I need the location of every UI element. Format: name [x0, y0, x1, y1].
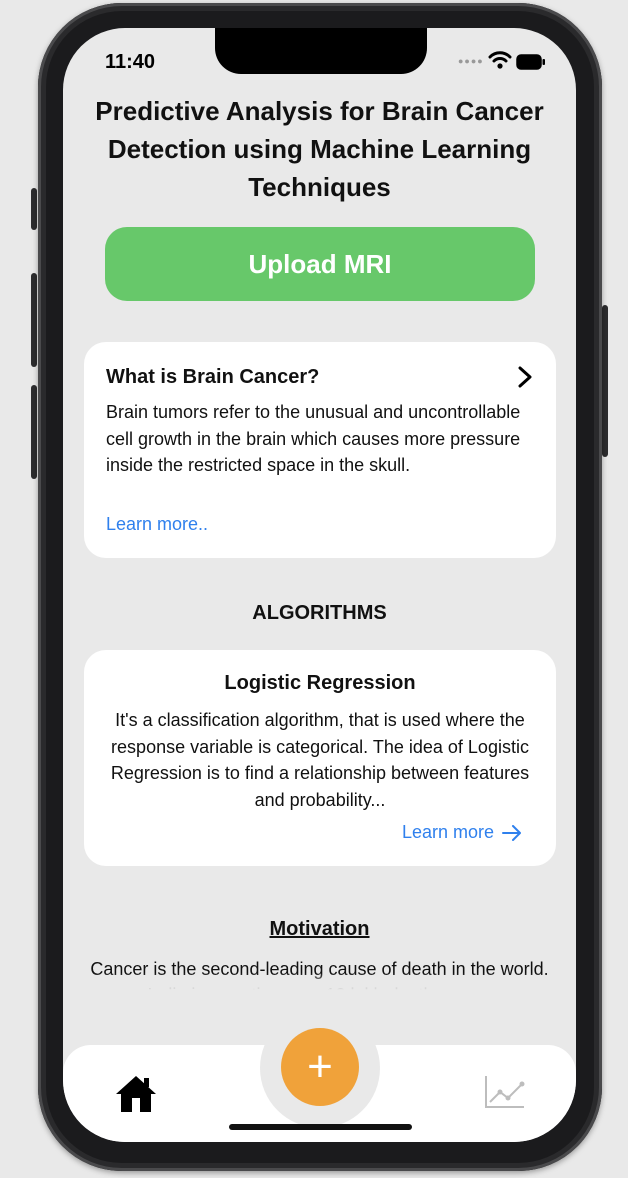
motivation-heading: Motivation [269, 918, 370, 940]
scroll-fade [63, 973, 576, 997]
volume-down-button [31, 385, 37, 479]
home-icon[interactable] [113, 1073, 159, 1115]
algorithm-learn-more-label: Learn more [402, 822, 495, 842]
battery-icon [516, 54, 545, 70]
arrow-right-icon [502, 824, 522, 841]
home-indicator[interactable] [229, 1124, 412, 1130]
status-icons: ●●●● [458, 50, 558, 74]
app-screen: 11:40 ●●●● Predictive Analysis for Brain… [63, 28, 576, 1142]
chart-icon[interactable] [484, 1074, 526, 1110]
add-button[interactable]: + [281, 1028, 359, 1106]
upload-mri-button[interactable]: Upload MRI [105, 227, 535, 301]
algorithms-heading: ALGORITHMS [252, 602, 387, 624]
algorithm-learn-more-link[interactable]: Learn more [402, 822, 522, 843]
algorithm-description: It's a classification algorithm, that is… [110, 710, 530, 810]
signal-icon: ●●●● [458, 56, 484, 66]
status-time: 11:40 [105, 51, 156, 73]
info-card-title: What is Brain Cancer? [106, 366, 320, 388]
notch [215, 28, 427, 74]
power-button [602, 305, 608, 457]
wifi-icon [488, 51, 512, 69]
info-card-learn-more-link[interactable]: Learn more.. [106, 514, 208, 535]
chevron-right-icon[interactable] [517, 366, 533, 388]
algorithm-card[interactable]: Logistic Regression It's a classificatio… [84, 650, 556, 866]
page-title: Predictive Analysis for Brain Cancer Det… [95, 96, 544, 202]
algorithm-title: Logistic Regression [224, 672, 416, 694]
silent-switch [31, 188, 37, 230]
brain-cancer-info-card[interactable]: What is Brain Cancer? Brain tumors refer… [84, 342, 556, 558]
add-icon: + [307, 1042, 333, 1091]
volume-up-button [31, 273, 37, 367]
info-card-body: Brain tumors refer to the unusual and un… [106, 402, 521, 475]
